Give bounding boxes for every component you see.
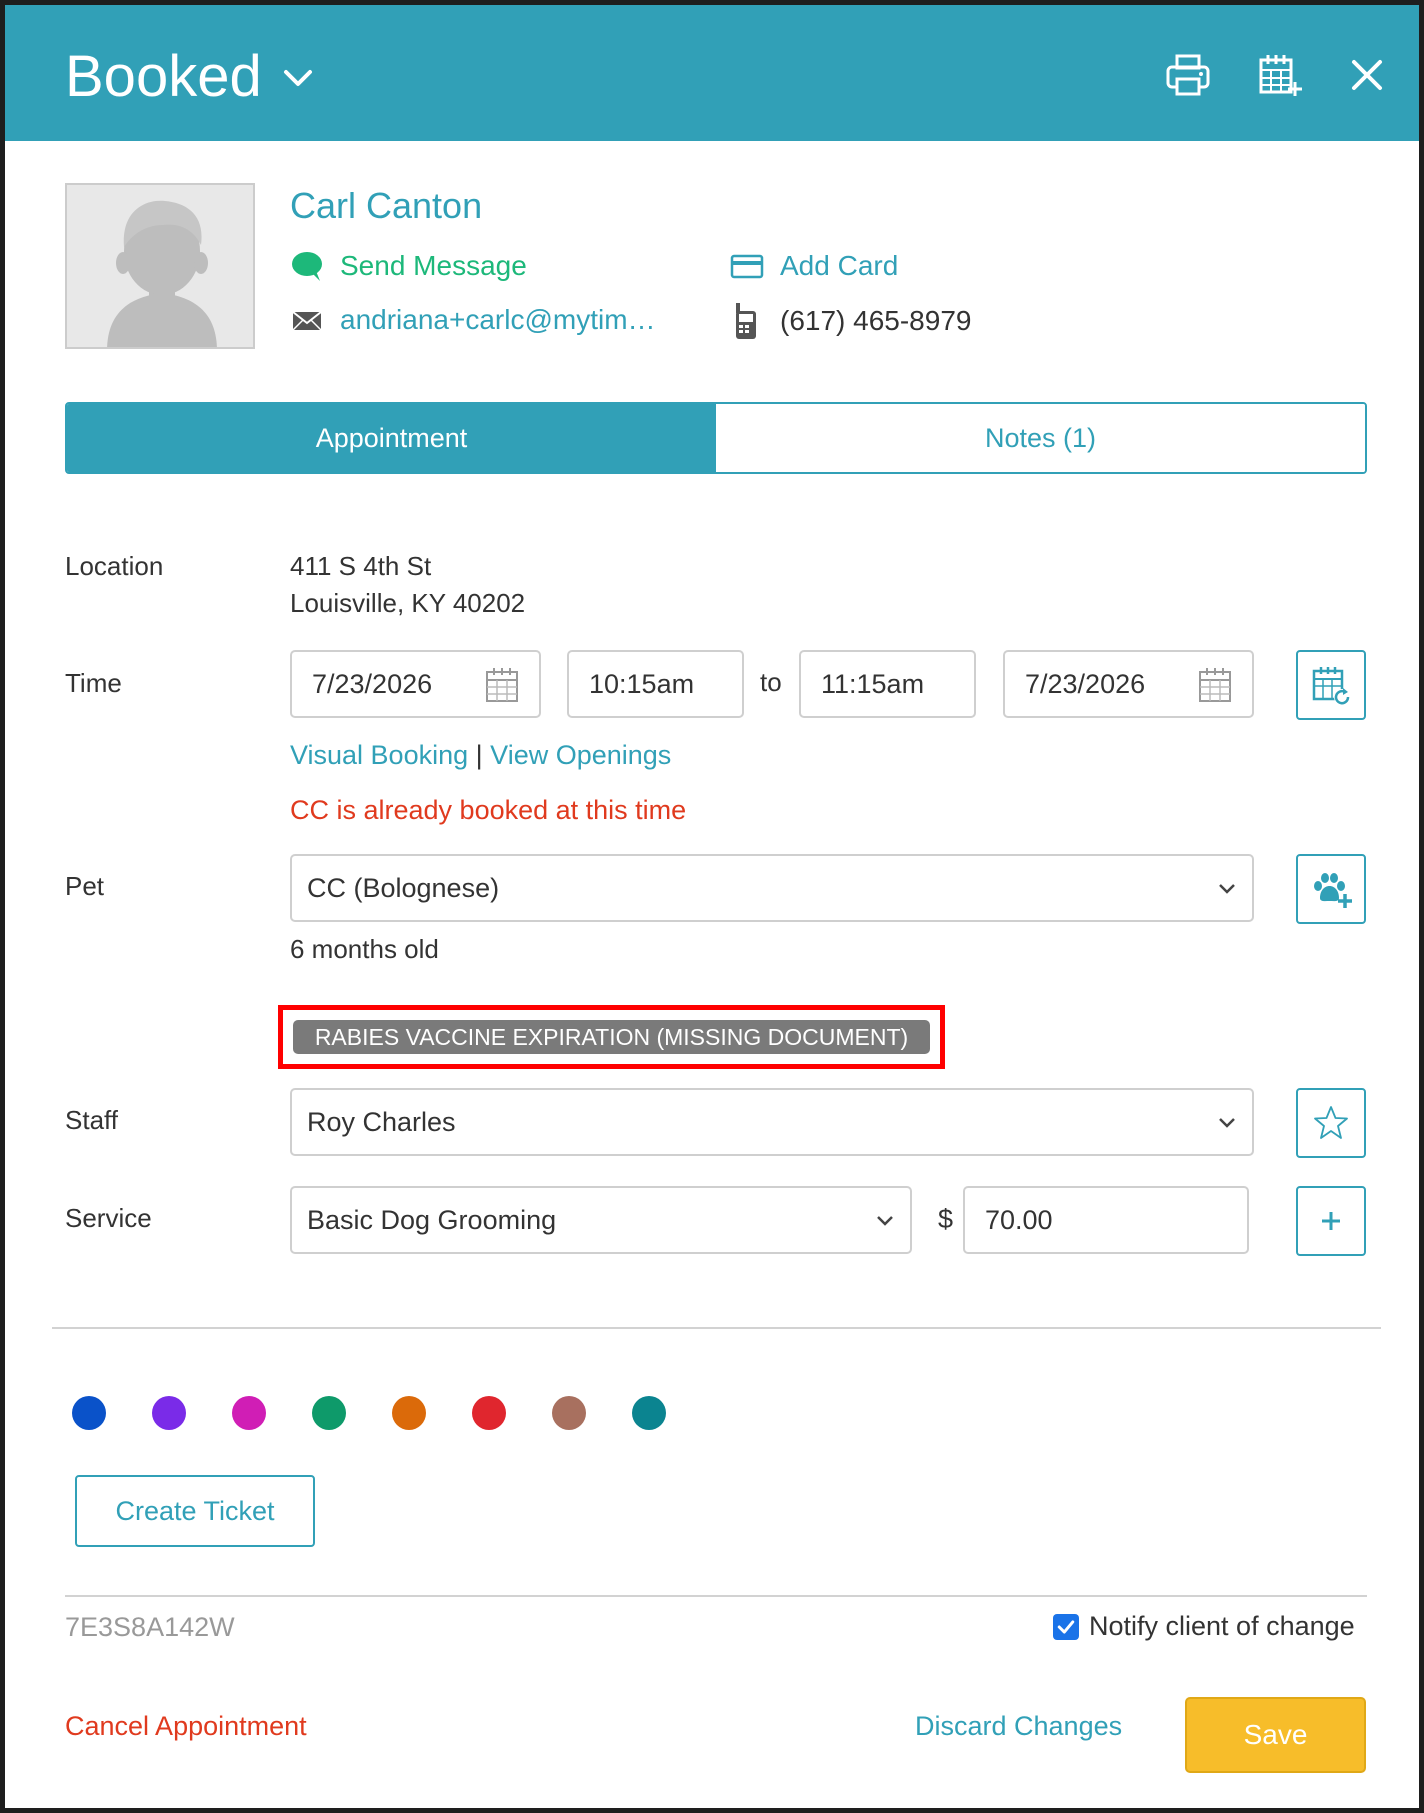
add-calendar-button[interactable] xyxy=(1255,50,1305,100)
dialog-header: Booked xyxy=(5,5,1419,141)
status-title[interactable]: Booked xyxy=(65,43,262,111)
time-to-label: to xyxy=(760,667,782,697)
pet-label: Pet xyxy=(65,871,105,901)
phone-label: (617) 465-8979 xyxy=(780,305,972,336)
print-button[interactable] xyxy=(1163,50,1213,100)
conflict-warning: CC is already booked at this time xyxy=(290,795,687,825)
end-time-input[interactable]: 11:15am xyxy=(799,650,976,718)
pet-age: 6 months old xyxy=(290,934,439,964)
chevron-down-icon xyxy=(1219,884,1235,894)
create-ticket-button[interactable]: Create Ticket xyxy=(75,1475,315,1547)
client-name[interactable]: Carl Canton xyxy=(290,185,482,227)
add-service-button[interactable] xyxy=(1296,1186,1366,1256)
star-icon xyxy=(1314,1106,1348,1139)
color-swatch[interactable] xyxy=(392,1396,426,1430)
chat-bubble-icon xyxy=(292,252,322,281)
view-openings-link[interactable]: View Openings xyxy=(490,740,671,770)
booking-links: Visual Booking | View Openings xyxy=(290,740,671,771)
end-date-value: 7/23/2026 xyxy=(1025,668,1146,699)
color-swatch[interactable] xyxy=(472,1396,506,1430)
favorite-staff-button[interactable] xyxy=(1296,1088,1366,1158)
cancel-appointment-link[interactable]: Cancel Appointment xyxy=(65,1711,307,1742)
color-swatch[interactable] xyxy=(552,1396,586,1430)
save-button[interactable]: Save xyxy=(1185,1697,1366,1773)
person-silhouette-icon xyxy=(107,200,217,347)
credit-card-icon xyxy=(730,254,764,279)
location-line1: 411 S 4th St xyxy=(290,551,432,581)
calendar-icon xyxy=(1199,668,1231,702)
calendar-plus-icon xyxy=(1259,55,1302,96)
notify-client-checkbox[interactable]: Notify client of change xyxy=(1053,1611,1355,1642)
location-label: Location xyxy=(65,551,164,581)
staff-select[interactable]: Roy Charles xyxy=(290,1088,1254,1156)
visual-booking-link[interactable]: Visual Booking xyxy=(290,740,468,770)
service-label: Service xyxy=(65,1203,152,1233)
vaccine-alert-highlight: RABIES VACCINE EXPIRATION (MISSING DOCUM… xyxy=(278,1005,945,1069)
service-selected-value: Basic Dog Grooming xyxy=(307,1204,557,1235)
close-button[interactable] xyxy=(1342,50,1392,100)
phone-number: (617) 465-8979 xyxy=(730,301,971,341)
pet-selected-value: CC (Bolognese) xyxy=(307,872,500,903)
paw-plus-icon xyxy=(1314,873,1352,908)
link-separator: | xyxy=(475,740,483,770)
add-card-link[interactable]: Add Card xyxy=(730,249,898,283)
end-time-value: 11:15am xyxy=(821,668,925,699)
price-input[interactable]: 70.00 xyxy=(963,1186,1249,1254)
time-label: Time xyxy=(65,668,122,698)
appointment-dialog: Booked Carl Canton Send Message Add Card… xyxy=(0,0,1424,1813)
calendar-repeat-icon xyxy=(1312,667,1350,705)
color-swatch[interactable] xyxy=(232,1396,266,1430)
tab-notes[interactable]: Notes (1) xyxy=(716,404,1365,472)
price-value: 70.00 xyxy=(985,1204,1053,1235)
currency-symbol: $ xyxy=(938,1204,954,1234)
staff-label: Staff xyxy=(65,1105,119,1135)
location-line2: Louisville, KY 40202 xyxy=(290,588,526,618)
pet-select[interactable]: CC (Bolognese) xyxy=(290,854,1254,922)
avatar xyxy=(65,183,255,349)
section-divider xyxy=(52,1327,1381,1329)
tab-bar: Appointment Notes (1) xyxy=(65,402,1367,474)
ticket-id: 7E3S8A142W xyxy=(65,1612,235,1642)
send-message-label: Send Message xyxy=(340,250,527,281)
notify-label: Notify client of change xyxy=(1089,1611,1355,1641)
tab-appointment[interactable]: Appointment xyxy=(67,404,716,472)
service-select[interactable]: Basic Dog Grooming xyxy=(290,1186,912,1254)
color-swatch[interactable] xyxy=(72,1396,106,1430)
send-message-link[interactable]: Send Message xyxy=(290,249,527,283)
chevron-down-icon xyxy=(1219,1118,1235,1128)
close-icon xyxy=(1352,60,1382,90)
color-swatch[interactable] xyxy=(152,1396,186,1430)
start-date-input[interactable]: 7/23/2026 xyxy=(290,650,541,718)
color-swatch[interactable] xyxy=(312,1396,346,1430)
color-swatch[interactable] xyxy=(632,1396,666,1430)
add-card-label: Add Card xyxy=(780,250,899,281)
plus-icon xyxy=(1322,1212,1340,1230)
chevron-down-icon xyxy=(877,1216,893,1226)
mobile-phone-icon xyxy=(736,303,756,339)
printer-icon xyxy=(1166,54,1210,96)
start-time-value: 10:15am xyxy=(589,668,695,699)
add-pet-button[interactable] xyxy=(1296,854,1366,924)
staff-selected-value: Roy Charles xyxy=(307,1106,456,1137)
discard-changes-link[interactable]: Discard Changes xyxy=(915,1711,1122,1742)
start-time-input[interactable]: 10:15am xyxy=(567,650,744,718)
recurring-calendar-button[interactable] xyxy=(1296,650,1366,720)
calendar-icon xyxy=(486,668,518,702)
footer-divider xyxy=(65,1595,1367,1597)
end-date-input[interactable]: 7/23/2026 xyxy=(1003,650,1254,718)
checkbox-checked-icon[interactable] xyxy=(1053,1613,1079,1640)
chevron-down-icon[interactable] xyxy=(280,63,316,93)
email-link[interactable]: andriana+carlc@mytim… xyxy=(290,303,656,337)
vaccine-alert-badge: RABIES VACCINE EXPIRATION (MISSING DOCUM… xyxy=(293,1020,930,1054)
start-date-value: 7/23/2026 xyxy=(312,668,433,699)
email-label: andriana+carlc@mytim… xyxy=(340,304,656,335)
envelope-icon xyxy=(292,311,322,331)
